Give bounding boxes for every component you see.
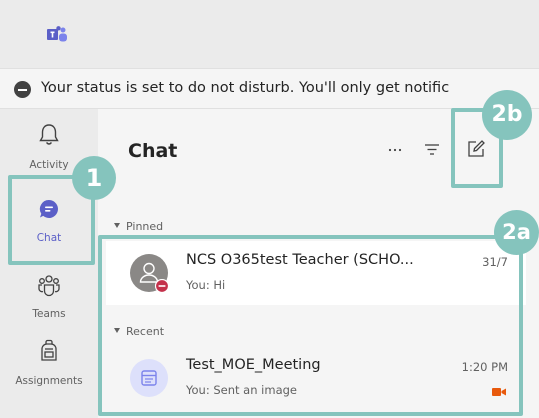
teams-logo-icon [47, 26, 67, 42]
rail-item-assignments[interactable]: Assignments [0, 333, 98, 399]
chevron-down-icon [114, 223, 120, 228]
callout-badge-1: 1 [72, 156, 116, 200]
filter-icon[interactable] [420, 137, 444, 161]
callout-box-chat-list [98, 235, 523, 416]
title-bar [0, 0, 539, 68]
status-banner-text: Your status is set to do not disturb. Yo… [41, 80, 450, 96]
callout-badge-2a: 2a [494, 210, 539, 255]
section-pinned[interactable]: Pinned [114, 220, 163, 233]
rail-item-label: Assignments [15, 375, 83, 387]
status-banner: Your status is set to do not disturb. Yo… [0, 68, 539, 109]
rail-item-label: Teams [32, 308, 66, 320]
callout-badge-2b: 2b [482, 90, 532, 140]
teams-icon [38, 275, 60, 297]
more-options-icon[interactable] [383, 137, 407, 161]
page-title: Chat [128, 140, 178, 162]
section-label: Pinned [126, 220, 164, 233]
backpack-icon [41, 339, 57, 361]
rail-item-teams[interactable]: Teams [0, 268, 98, 334]
bell-icon [39, 124, 59, 145]
do-not-disturb-icon [14, 81, 31, 98]
